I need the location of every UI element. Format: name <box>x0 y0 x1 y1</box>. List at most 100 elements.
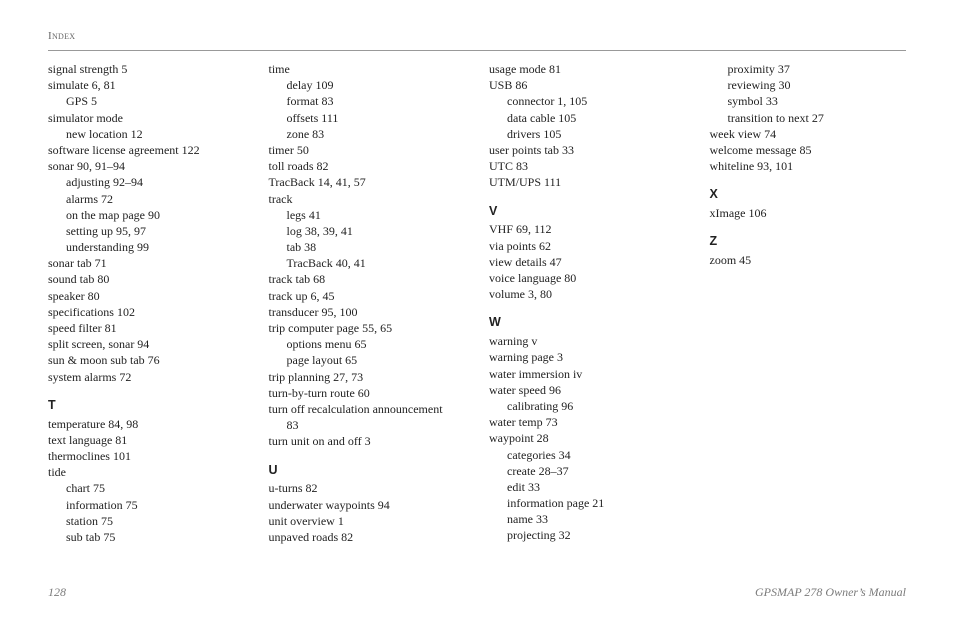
index-entry: sound tab 80 <box>48 271 245 287</box>
index-entry: via points 62 <box>489 238 686 254</box>
index-entry: time <box>269 61 466 77</box>
index-entry: zoom 45 <box>710 252 907 268</box>
index-entry: water temp 73 <box>489 414 686 430</box>
index-entry: temperature 84, 98 <box>48 416 245 432</box>
index-entry: page layout 65 <box>269 352 466 368</box>
index-entry: UTC 83 <box>489 158 686 174</box>
page: Index signal strength 5simulate 6, 81GPS… <box>0 0 954 618</box>
header-rule <box>48 50 906 51</box>
index-entry: delay 109 <box>269 77 466 93</box>
index-entry: UTM/UPS 111 <box>489 174 686 190</box>
index-entry: information 75 <box>48 497 245 513</box>
index-entry: usage mode 81 <box>489 61 686 77</box>
manual-title: GPSMAP 278 Owner’s Manual <box>755 585 906 600</box>
index-entry: warning v <box>489 333 686 349</box>
index-entry: track up 6, 45 <box>269 288 466 304</box>
index-entry: projecting 32 <box>489 527 686 543</box>
index-entry: signal strength 5 <box>48 61 245 77</box>
index-entry: calibrating 96 <box>489 398 686 414</box>
index-letter-heading: W <box>489 314 686 331</box>
index-column: proximity 37reviewing 30symbol 33transit… <box>710 61 907 545</box>
index-entry: data cable 105 <box>489 110 686 126</box>
index-entry: new location 12 <box>48 126 245 142</box>
index-entry: track tab 68 <box>269 271 466 287</box>
index-entry: TracBack 40, 41 <box>269 255 466 271</box>
index-entry: symbol 33 <box>710 93 907 109</box>
index-entry: water immersion iv <box>489 366 686 382</box>
index-entry: sonar 90, 91–94 <box>48 158 245 174</box>
index-entry: tab 38 <box>269 239 466 255</box>
index-entry: edit 33 <box>489 479 686 495</box>
index-entry: warning page 3 <box>489 349 686 365</box>
index-entry: chart 75 <box>48 480 245 496</box>
index-entry: welcome message 85 <box>710 142 907 158</box>
index-entry: sub tab 75 <box>48 529 245 545</box>
index-column: usage mode 81USB 86connector 1, 105data … <box>489 61 686 545</box>
index-entry: options menu 65 <box>269 336 466 352</box>
index-entry: u-turns 82 <box>269 480 466 496</box>
index-entry: thermoclines 101 <box>48 448 245 464</box>
index-entry: transition to next 27 <box>710 110 907 126</box>
index-entry: information page 21 <box>489 495 686 511</box>
index-entry: unpaved roads 82 <box>269 529 466 545</box>
index-entry: waypoint 28 <box>489 430 686 446</box>
index-entry: format 83 <box>269 93 466 109</box>
index-entry: turn off recalculation announcement <box>269 401 466 417</box>
section-header: Index <box>48 30 906 42</box>
index-entry: speed filter 81 <box>48 320 245 336</box>
index-entry: on the map page 90 <box>48 207 245 223</box>
index-entry: xImage 106 <box>710 205 907 221</box>
index-entry: simulator mode <box>48 110 245 126</box>
index-entry: software license agreement 122 <box>48 142 245 158</box>
index-entry: understanding 99 <box>48 239 245 255</box>
index-letter-heading: Z <box>710 233 907 250</box>
index-entry: unit overview 1 <box>269 513 466 529</box>
index-entry: simulate 6, 81 <box>48 77 245 93</box>
index-entry: GPS 5 <box>48 93 245 109</box>
index-entry: USB 86 <box>489 77 686 93</box>
index-entry: VHF 69, 112 <box>489 221 686 237</box>
index-entry: voice language 80 <box>489 270 686 286</box>
index-column: timedelay 109format 83offsets 111zone 83… <box>269 61 466 545</box>
index-entry: create 28–37 <box>489 463 686 479</box>
index-entry: volume 3, 80 <box>489 286 686 302</box>
index-entry: view details 47 <box>489 254 686 270</box>
index-entry: turn-by-turn route 60 <box>269 385 466 401</box>
index-entry: water speed 96 <box>489 382 686 398</box>
index-entry: zone 83 <box>269 126 466 142</box>
index-entry: log 38, 39, 41 <box>269 223 466 239</box>
index-entry: legs 41 <box>269 207 466 223</box>
index-entry: turn unit on and off 3 <box>269 433 466 449</box>
index-letter-heading: V <box>489 203 686 220</box>
index-entry: underwater waypoints 94 <box>269 497 466 513</box>
index-entry: week view 74 <box>710 126 907 142</box>
index-entry: 83 <box>269 417 466 433</box>
index-entry: drivers 105 <box>489 126 686 142</box>
index-entry: proximity 37 <box>710 61 907 77</box>
index-entry: connector 1, 105 <box>489 93 686 109</box>
index-entry: toll roads 82 <box>269 158 466 174</box>
page-number: 128 <box>48 585 66 600</box>
index-entry: adjusting 92–94 <box>48 174 245 190</box>
index-entry: alarms 72 <box>48 191 245 207</box>
index-entry: specifications 102 <box>48 304 245 320</box>
index-entry: trip planning 27, 73 <box>269 369 466 385</box>
index-entry: setting up 95, 97 <box>48 223 245 239</box>
index-entry: split screen, sonar 94 <box>48 336 245 352</box>
index-entry: station 75 <box>48 513 245 529</box>
index-entry: categories 34 <box>489 447 686 463</box>
index-entry: track <box>269 191 466 207</box>
index-entry: offsets 111 <box>269 110 466 126</box>
index-entry: user points tab 33 <box>489 142 686 158</box>
index-columns: signal strength 5simulate 6, 81GPS 5simu… <box>48 61 906 545</box>
index-entry: system alarms 72 <box>48 369 245 385</box>
index-entry: trip computer page 55, 65 <box>269 320 466 336</box>
index-entry: speaker 80 <box>48 288 245 304</box>
index-entry: sun & moon sub tab 76 <box>48 352 245 368</box>
index-letter-heading: X <box>710 186 907 203</box>
index-entry: transducer 95, 100 <box>269 304 466 320</box>
index-entry: reviewing 30 <box>710 77 907 93</box>
index-entry: TracBack 14, 41, 57 <box>269 174 466 190</box>
index-entry: text language 81 <box>48 432 245 448</box>
index-entry: tide <box>48 464 245 480</box>
